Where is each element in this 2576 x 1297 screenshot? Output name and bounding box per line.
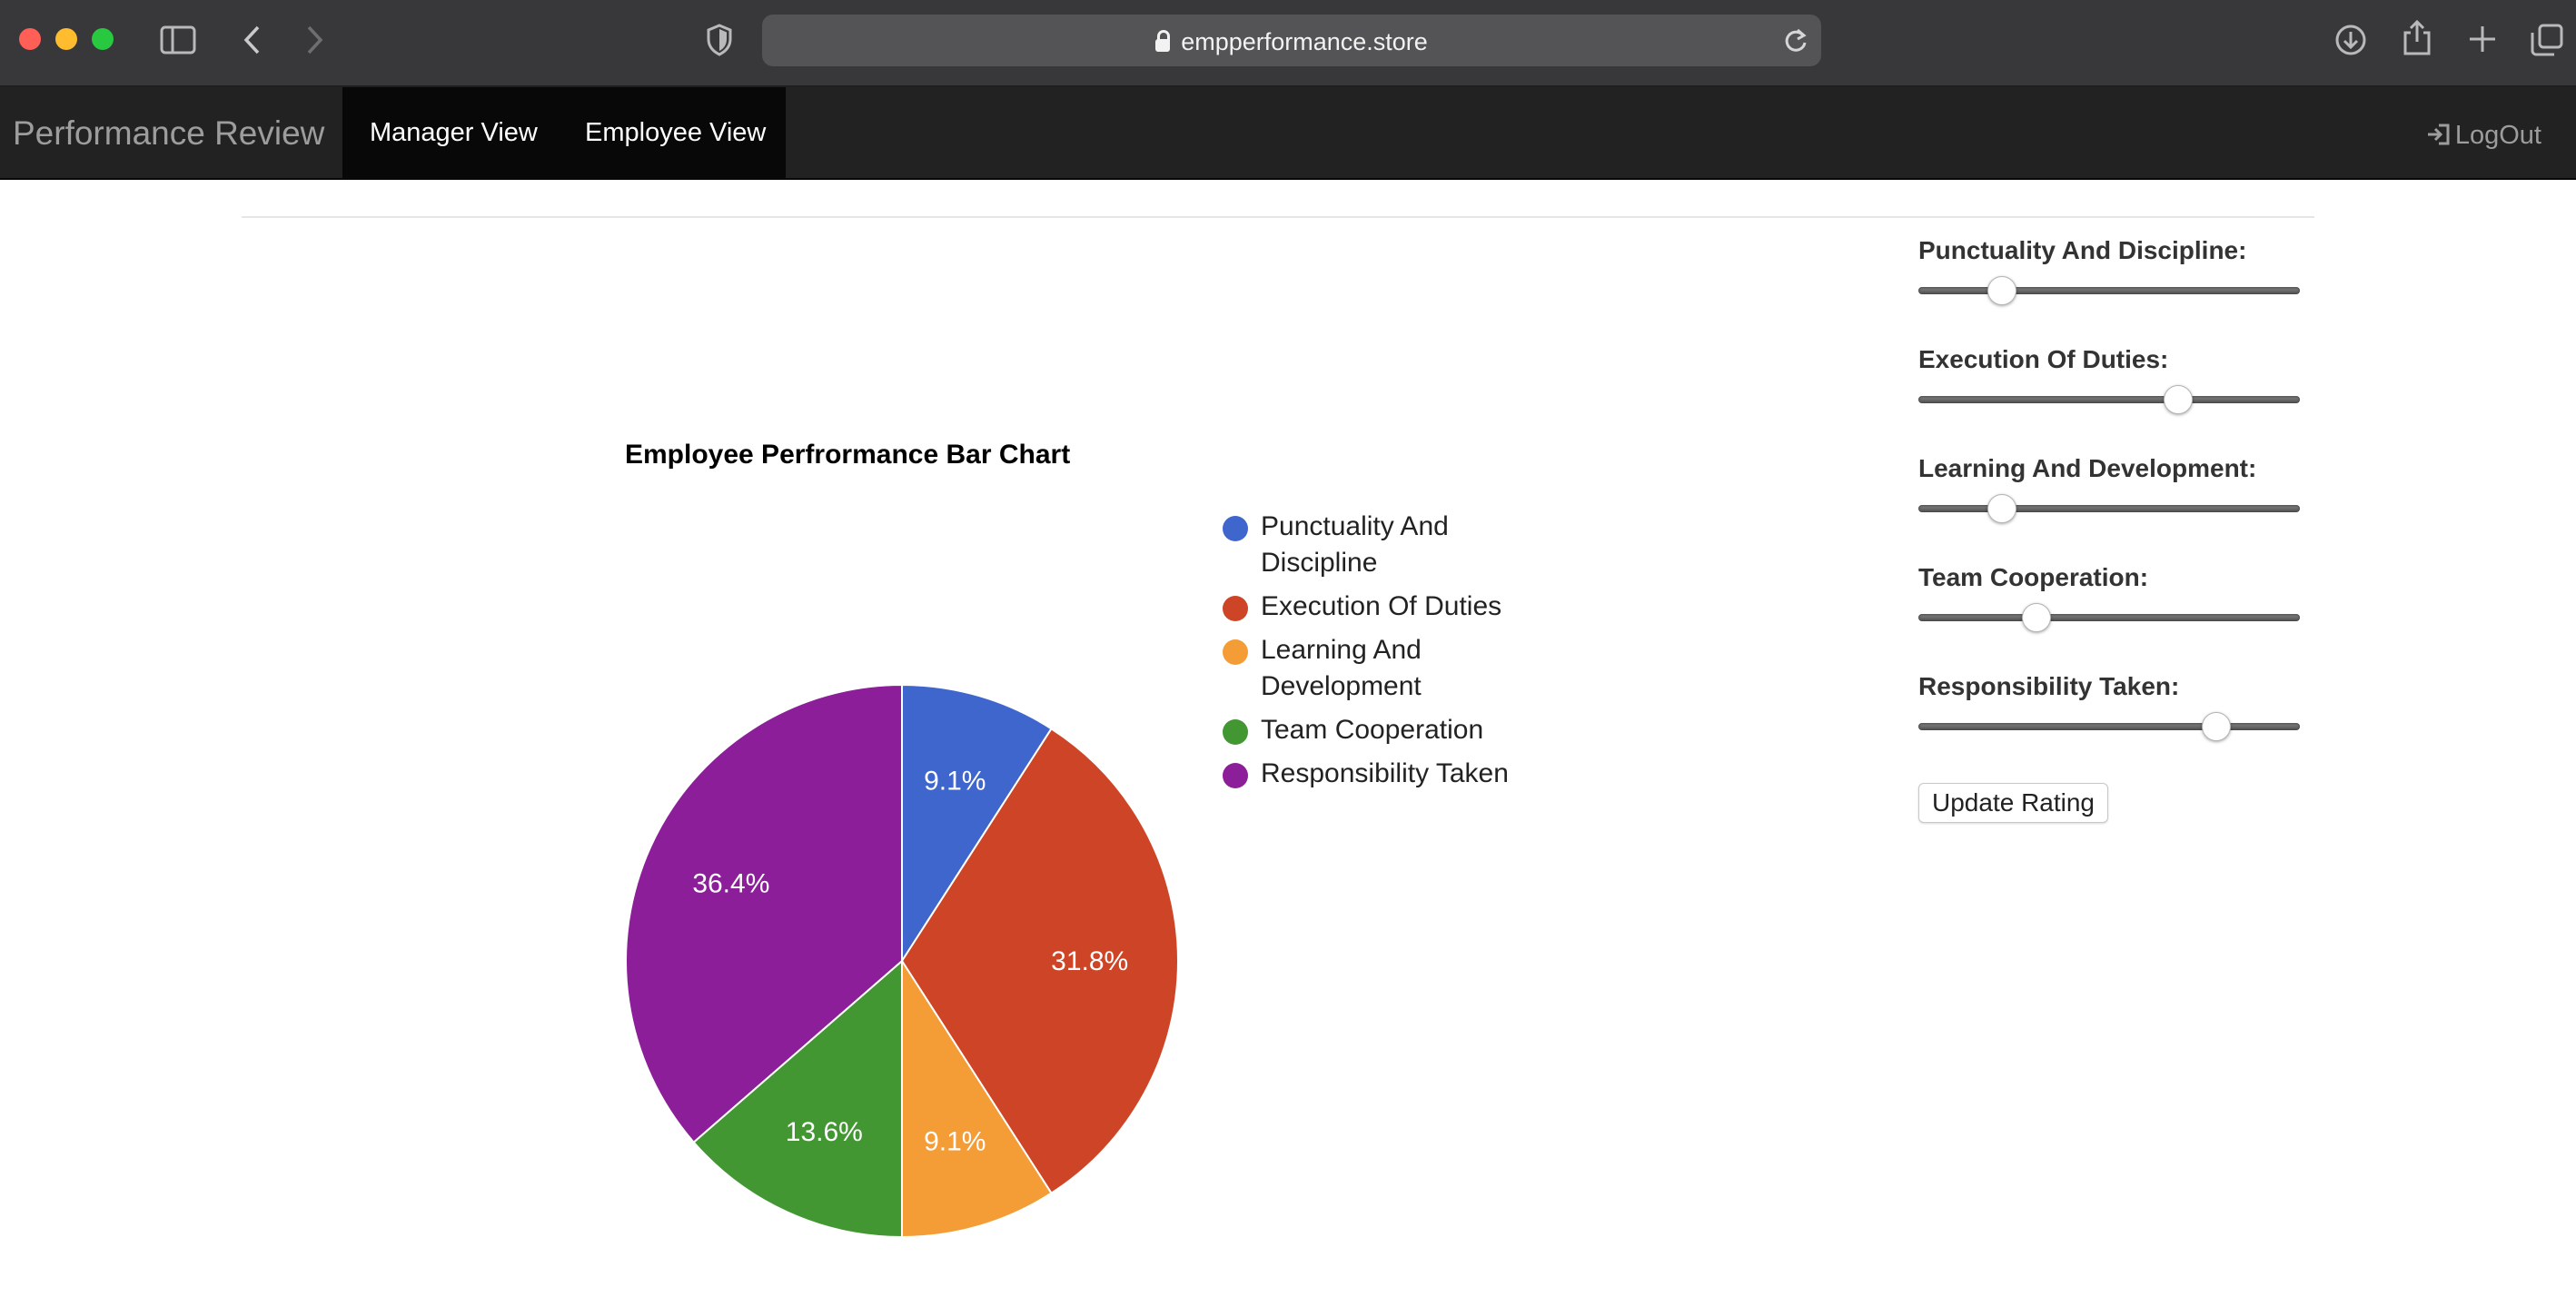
legend-item[interactable]: Execution Of Duties xyxy=(1223,589,1568,625)
rating-field-learning: Learning And Development: xyxy=(1918,454,2300,563)
chart-legend: Punctuality And Discipline Execution Of … xyxy=(1223,509,1568,799)
legend-item[interactable]: Learning And Development xyxy=(1223,632,1568,705)
slider-thumb[interactable] xyxy=(1987,276,2017,305)
pie-slice-label: 31.8% xyxy=(1051,946,1128,976)
legend-item[interactable]: Team Cooperation xyxy=(1223,712,1568,748)
legend-label: Team Cooperation xyxy=(1261,715,1484,745)
slider-track[interactable] xyxy=(1918,505,2300,512)
logout-label: LogOut xyxy=(2454,121,2541,150)
logout-link[interactable]: LogOut xyxy=(2426,118,2541,151)
rating-label: Team Cooperation: xyxy=(1918,563,2149,591)
new-tab-icon[interactable] xyxy=(2467,24,2498,54)
legend-label: Responsibility Taken xyxy=(1261,758,1509,788)
rating-panel: Punctuality And Discipline: Execution Of… xyxy=(1918,236,2300,781)
rating-label: Responsibility Taken: xyxy=(1918,672,2180,700)
legend-item[interactable]: Responsibility Taken xyxy=(1223,756,1568,792)
slider-track[interactable] xyxy=(1918,396,2300,403)
slider-thumb[interactable] xyxy=(1987,494,2017,523)
legend-swatch xyxy=(1223,639,1248,665)
rating-label: Execution Of Duties: xyxy=(1918,345,2169,373)
download-icon[interactable] xyxy=(2334,24,2367,56)
rating-field-punctuality: Punctuality And Discipline: xyxy=(1918,236,2300,345)
slider-thumb[interactable] xyxy=(2163,385,2193,414)
tabs-overview-icon[interactable] xyxy=(2531,24,2563,56)
rating-label: Punctuality And Discipline: xyxy=(1918,236,2247,264)
slider-thumb[interactable] xyxy=(2022,603,2052,632)
legend-swatch xyxy=(1223,596,1248,621)
pie-slice-label: 13.6% xyxy=(786,1117,863,1147)
legend-label: Execution Of Duties xyxy=(1261,591,1502,621)
logout-icon xyxy=(2427,124,2450,145)
legend-item[interactable]: Punctuality And Discipline xyxy=(1223,509,1568,581)
slider-track[interactable] xyxy=(1918,723,2300,730)
legend-swatch xyxy=(1223,516,1248,541)
slider-track[interactable] xyxy=(1918,614,2300,621)
legend-label-continued: Development xyxy=(1261,671,1422,701)
rating-field-team: Team Cooperation: xyxy=(1918,563,2300,672)
legend-label: Punctuality And xyxy=(1261,511,1449,541)
legend-swatch xyxy=(1223,719,1248,745)
legend-label: Learning And xyxy=(1261,635,1422,665)
share-icon[interactable] xyxy=(2402,20,2432,56)
slider-track[interactable] xyxy=(1918,287,2300,294)
rating-field-responsibility: Responsibility Taken: xyxy=(1918,672,2300,781)
pie-chart: 9.1% 31.8% 9.1% 13.6% 36.4% xyxy=(625,683,1180,1239)
legend-swatch xyxy=(1223,763,1248,788)
pie-slice-label: 9.1% xyxy=(924,767,986,797)
rating-field-execution: Execution Of Duties: xyxy=(1918,345,2300,454)
pie-slice-label: 9.1% xyxy=(924,1126,986,1156)
pie-slice-label: 36.4% xyxy=(692,868,769,898)
rating-label: Learning And Development: xyxy=(1918,454,2257,482)
reload-icon[interactable] xyxy=(1783,27,1808,54)
slider-thumb[interactable] xyxy=(2201,712,2231,741)
legend-label-continued: Discipline xyxy=(1261,548,1378,578)
update-rating-button[interactable]: Update Rating xyxy=(1918,783,2109,823)
